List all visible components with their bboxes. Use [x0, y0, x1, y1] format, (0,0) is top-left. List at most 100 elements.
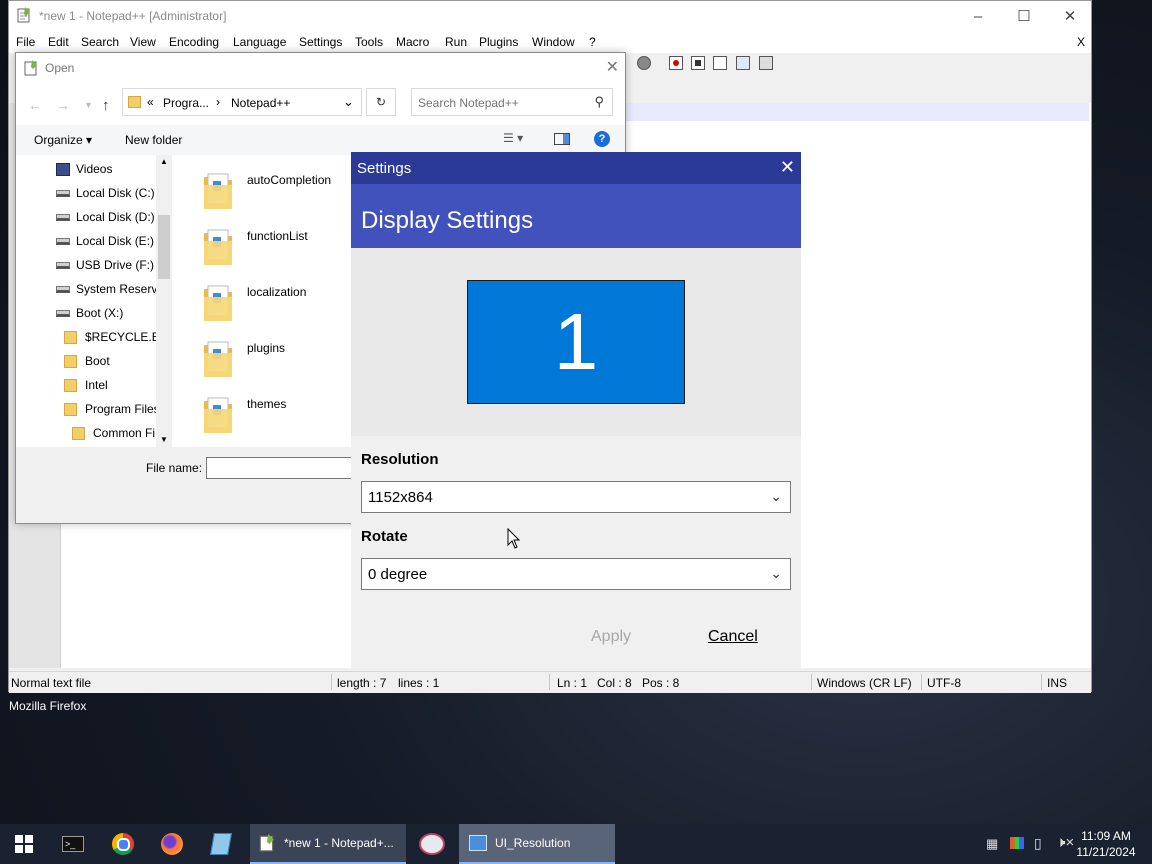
- menu-run[interactable]: Run: [445, 35, 467, 49]
- tree-item[interactable]: Boot: [64, 350, 110, 372]
- firefox-icon[interactable]: [148, 824, 196, 864]
- desktop-icon-label[interactable]: Mozilla Firefox: [9, 699, 86, 713]
- menu-window[interactable]: Window: [532, 35, 575, 49]
- tree-item-label: Local Disk (D:): [76, 210, 155, 224]
- tree-item-label: Program Files: [85, 402, 160, 416]
- monitor-tile[interactable]: 1: [467, 280, 685, 404]
- search-box[interactable]: ⚲: [411, 88, 613, 116]
- resolution-value: 1152x864: [368, 489, 433, 506]
- navigation-pane: Videos Local Disk (C:) Local Disk (D:) Loca…: [16, 155, 172, 447]
- rotate-select[interactable]: 0 degree ⌄: [361, 558, 791, 590]
- change-view-icon[interactable]: ☰ ▾: [503, 131, 523, 145]
- menu-search[interactable]: Search: [81, 35, 119, 49]
- scrollbar-thumb[interactable]: [158, 215, 170, 279]
- stop-recording-icon[interactable]: [691, 56, 705, 70]
- preview-pane-icon[interactable]: [554, 133, 570, 145]
- color-tray-icon[interactable]: [1010, 837, 1024, 849]
- tree-item[interactable]: Local Disk (E:): [56, 230, 154, 252]
- notepadpp-icon: [259, 834, 274, 852]
- menu-encoding[interactable]: Encoding: [169, 35, 219, 49]
- close-document-button[interactable]: X: [1077, 35, 1085, 49]
- file-name: themes: [247, 397, 287, 411]
- breadcrumb-notepadpp[interactable]: Notepad++: [231, 96, 290, 110]
- help-icon[interactable]: ?: [594, 131, 610, 147]
- maximize-button[interactable]: ☐: [1001, 1, 1047, 31]
- tree-item[interactable]: Intel: [64, 374, 108, 396]
- up-arrow-icon[interactable]: ↑: [102, 97, 110, 114]
- taskbar-task-notepadpp[interactable]: *new 1 - Notepad+...: [250, 824, 406, 864]
- menu-plugins[interactable]: Plugins: [479, 35, 518, 49]
- breadcrumb-program-files[interactable]: Progra...: [163, 96, 209, 110]
- status-bar: Normal text file length : 7 lines : 1 Ln…: [9, 671, 1091, 693]
- chevron-down-icon[interactable]: ⌄: [343, 94, 354, 110]
- record-icon[interactable]: [637, 56, 651, 70]
- play-macro-icon[interactable]: [713, 56, 727, 70]
- menu-help[interactable]: ?: [589, 35, 596, 49]
- apply-button[interactable]: Apply: [591, 628, 631, 646]
- search-icon[interactable]: ⚲: [594, 94, 604, 110]
- network-tray-icon[interactable]: ▦: [986, 836, 998, 852]
- rotate-value: 0 degree: [368, 566, 428, 583]
- file-name: plugins: [247, 341, 286, 355]
- save-macro-icon[interactable]: [759, 56, 773, 70]
- menu-view[interactable]: View: [130, 35, 156, 49]
- close-button[interactable]: ✕: [1047, 1, 1093, 31]
- taskbar-task-ui-resolution[interactable]: UI_Resolution: [459, 824, 615, 864]
- settings-header: Display Settings: [351, 184, 801, 248]
- tree-item[interactable]: Common Fi: [72, 422, 155, 444]
- tree-item[interactable]: System Reserve: [56, 278, 164, 300]
- status-insert-mode: INS: [1047, 676, 1068, 690]
- navigation-scrollbar[interactable]: ▲ ▼: [156, 155, 172, 447]
- scroll-down-icon[interactable]: ▼: [160, 435, 168, 444]
- usb-tray-icon[interactable]: ▯: [1034, 835, 1042, 852]
- path-overflow[interactable]: «: [147, 95, 154, 109]
- menu-file[interactable]: File: [16, 35, 35, 49]
- app-window-icon: [469, 835, 487, 851]
- tree-item[interactable]: Local Disk (C:): [56, 182, 155, 204]
- display-settings-dialog: Settings ✕ Display Settings 1 Resolution…: [351, 152, 801, 670]
- address-bar[interactable]: « Progra... › Notepad++ ⌄: [122, 88, 362, 116]
- folder-icon: [64, 354, 77, 368]
- page-title: Display Settings: [361, 207, 534, 234]
- paint-icon[interactable]: [408, 824, 456, 864]
- close-icon[interactable]: ✕: [780, 157, 795, 178]
- tree-item[interactable]: Program Files: [64, 398, 160, 420]
- cancel-button[interactable]: Cancel: [708, 628, 758, 646]
- minimize-button[interactable]: –: [955, 1, 1001, 31]
- windows-start-icon[interactable]: [0, 824, 48, 864]
- start-recording-icon[interactable]: [669, 56, 683, 70]
- chrome-icon[interactable]: [99, 824, 147, 864]
- tree-item-label: Local Disk (E:): [76, 234, 155, 248]
- tree-item[interactable]: USB Drive (F:): [56, 254, 154, 276]
- menu-tools[interactable]: Tools: [355, 35, 383, 49]
- breadcrumb-separator: ›: [216, 95, 220, 109]
- terminal-icon[interactable]: >_: [49, 824, 97, 864]
- clock[interactable]: 11:09 AM 11/21/2024: [1070, 828, 1142, 860]
- menu-settings[interactable]: Settings: [299, 35, 342, 49]
- resolution-select[interactable]: 1152x864 ⌄: [361, 481, 791, 513]
- new-folder-button[interactable]: New folder: [125, 133, 182, 147]
- tree-item[interactable]: Local Disk (D:): [56, 206, 155, 228]
- menu-macro[interactable]: Macro: [396, 35, 429, 49]
- organize-button[interactable]: Organize ▾: [34, 133, 92, 147]
- tree-item[interactable]: Videos: [56, 158, 112, 180]
- title-bar: *new 1 - Notepad++ [Administrator] – ☐ ✕: [9, 1, 1091, 31]
- notepadpp-icon: [24, 60, 37, 76]
- task-label: *new 1 - Notepad+...: [284, 836, 394, 850]
- close-icon[interactable]: ✕: [606, 57, 619, 77]
- status-length: length : 7: [337, 676, 387, 690]
- refresh-icon[interactable]: ↻: [366, 88, 396, 116]
- search-input[interactable]: [416, 93, 590, 113]
- recent-locations-chevron-icon[interactable]: ▼: [84, 100, 93, 110]
- run-multiple-icon[interactable]: [736, 56, 750, 70]
- drive-icon: [56, 309, 70, 317]
- back-arrow-icon[interactable]: ←: [28, 97, 42, 113]
- scroll-up-icon[interactable]: ▲: [160, 157, 168, 166]
- forward-arrow-icon[interactable]: →: [56, 97, 70, 113]
- tree-item-label: Boot: [85, 354, 110, 368]
- menu-language[interactable]: Language: [233, 35, 286, 49]
- folder-icon: [64, 402, 77, 416]
- notepad-icon[interactable]: [197, 824, 245, 864]
- menu-edit[interactable]: Edit: [48, 35, 69, 49]
- tree-item[interactable]: Boot (X:): [56, 302, 123, 324]
